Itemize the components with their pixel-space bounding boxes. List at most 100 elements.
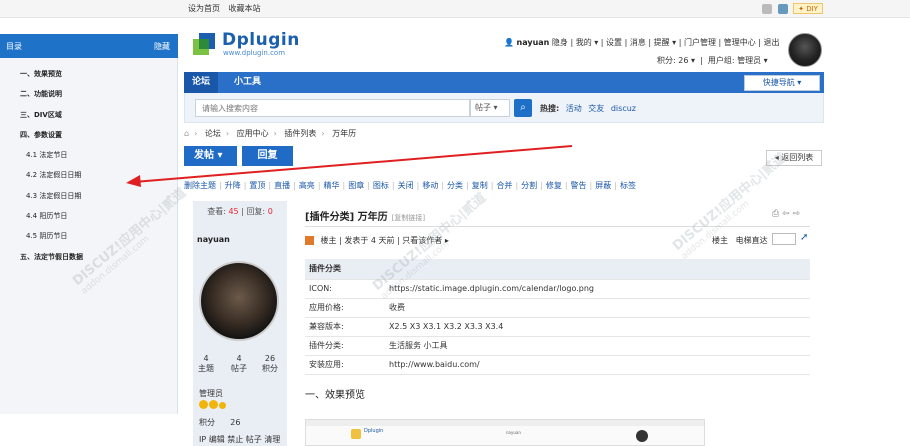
info-key: 插件分类: xyxy=(305,336,385,356)
info-key: ICON: xyxy=(305,279,385,299)
user-icon: 👤 xyxy=(504,38,514,47)
toc-hide-button[interactable]: 隐藏 xyxy=(154,41,170,52)
hot-link-discuz[interactable]: discuz xyxy=(611,104,636,113)
hot-link-dating[interactable]: 交友 xyxy=(588,104,604,113)
main-nav: 论坛 小工具 xyxy=(184,72,824,93)
toc-item[interactable]: 4.4 阳历节日 xyxy=(0,206,178,226)
toc-sidebar: 目录 隐藏 一、效果预览 二、功能说明 三、DIV区域 四、参数设置 4.1 法定节日 4… xyxy=(0,34,178,414)
admin-center-link[interactable]: 管理中心 xyxy=(724,38,756,47)
next-thread-icon[interactable]: ⇨ xyxy=(793,209,801,219)
author-avatar[interactable] xyxy=(199,261,279,341)
thread-title: [插件分类] 万年历 [复制链接] xyxy=(305,212,426,223)
table-row: 兼容版本: X2.5 X3 X3.1 X3.2 X3.3 X3.4 xyxy=(305,317,810,337)
info-value: 收费 xyxy=(385,298,810,318)
my-link[interactable]: 我的 xyxy=(576,38,592,47)
author-score: 积分 26 xyxy=(199,418,241,427)
info-value: 生活服务 小工具 xyxy=(385,336,810,356)
info-key: 安装应用: xyxy=(305,355,385,375)
messages-link[interactable]: 消息 xyxy=(630,38,646,47)
admin-actions[interactable]: IP 编辑 禁止 帖子 清理 xyxy=(199,434,280,445)
stat-posts[interactable]: 4 帖子 xyxy=(226,354,252,374)
fullscreen-icon[interactable] xyxy=(762,3,772,14)
username-link[interactable]: nayuan xyxy=(517,38,550,47)
thread-stats: 查看: 45 | 回复: 0 xyxy=(207,207,273,216)
toc-item[interactable]: 五、法定节假日数据 xyxy=(0,247,178,267)
info-header: 插件分类 xyxy=(305,259,810,280)
hot-search-label: 热搜: xyxy=(540,104,560,113)
jump-icon[interactable]: ➚ xyxy=(800,232,808,243)
logo-text[interactable]: Dplugin xyxy=(222,30,300,50)
search-input[interactable] xyxy=(195,99,470,117)
post-meta: 楼主 | 发表于 4 天前 | 只看该作者 ▸ xyxy=(305,235,449,246)
post-floor-info: 楼主 电梯直达 xyxy=(712,235,768,246)
user-links: 👤 nayuan 隐身 | 我的 ▾ | 设置 | 消息 | 提醒 ▾ | 门户… xyxy=(504,38,780,47)
breadcrumb: ⌂ › 论坛 › 应用中心 › 插件列表 › 万年历 xyxy=(184,129,357,138)
back-to-list-button[interactable]: ◂ 返回列表 xyxy=(766,150,822,166)
only-author-link[interactable]: 只看该作者 xyxy=(402,236,442,245)
toc-item[interactable]: 二、功能说明 xyxy=(0,84,178,104)
author-group[interactable]: 管理员 xyxy=(199,388,223,399)
notify-link[interactable]: 提醒 xyxy=(654,38,670,47)
author-role: 楼主 xyxy=(320,236,337,245)
hot-link-activity[interactable]: 活动 xyxy=(566,104,582,113)
toc-item[interactable]: 三、DIV区域 xyxy=(0,105,178,125)
avatar[interactable] xyxy=(788,33,822,67)
toc-title: 目录 xyxy=(6,42,22,51)
home-icon[interactable]: ⌂ xyxy=(184,129,189,138)
section-title: 一、效果预览 xyxy=(305,390,365,401)
floor-jump-input[interactable] xyxy=(772,233,796,245)
table-row: 应用价格: 收费 xyxy=(305,298,810,318)
settings-link[interactable]: 设置 xyxy=(606,38,622,47)
search-bar: 帖子 ▾ ⌕ 热搜: 活动 交友 discuz xyxy=(184,93,824,123)
rank-stars-icon xyxy=(199,400,227,411)
info-value[interactable]: http://www.baidu.com/ xyxy=(385,355,810,375)
mod-action[interactable]: 屏蔽 xyxy=(595,181,611,190)
print-icon[interactable]: ⎙ xyxy=(772,209,779,219)
tab-tools[interactable]: 小工具 xyxy=(226,72,269,93)
stat-threads[interactable]: 4 主题 xyxy=(193,354,219,374)
copy-link[interactable]: [复制链接] xyxy=(392,214,425,222)
preview-screenshot: Dplugin nayuan xyxy=(305,419,705,446)
toc-item[interactable]: 4.5 阴历节日 xyxy=(0,226,178,246)
floor-label: 楼主 xyxy=(712,236,728,245)
top-bar: 设为首页 收藏本站 ✦ DIY xyxy=(0,0,910,18)
prev-thread-icon[interactable]: ⇦ xyxy=(782,209,790,219)
info-key: 兼容版本: xyxy=(305,317,385,337)
breadcrumb-current: 万年历 xyxy=(332,129,357,138)
portal-admin-link[interactable]: 门户管理 xyxy=(684,38,716,47)
breadcrumb-appcenter[interactable]: 应用中心 xyxy=(237,129,269,138)
tab-forum[interactable]: 论坛 xyxy=(184,72,219,93)
logout-link[interactable]: 退出 xyxy=(764,38,780,47)
jump-label: 电梯直达 xyxy=(735,236,768,245)
plugin-info-table: 插件分类 ICON: https://static.image.dplugin.co… xyxy=(305,259,810,375)
image-icon[interactable] xyxy=(777,3,788,14)
info-key: 应用价格: xyxy=(305,298,385,318)
mod-action[interactable]: 标签 xyxy=(620,181,636,190)
toc-item[interactable]: 一、效果预览 xyxy=(0,64,178,84)
breadcrumb-plugins[interactable]: 插件列表 xyxy=(284,129,316,138)
score-link[interactable]: 积分: 26 xyxy=(657,56,688,65)
info-value[interactable]: https://static.image.dplugin.com/calenda… xyxy=(385,279,810,299)
post-time: 发表于 4 天前 xyxy=(344,236,395,245)
info-value: X2.5 X3 X3.1 X3.2 X3.3 X3.4 xyxy=(385,317,810,337)
author-name[interactable]: nayuan xyxy=(197,235,230,244)
user-info: 积分: 26 ▾ | 用户组: 管理员 ▾ xyxy=(657,56,768,65)
stat-score[interactable]: 26 积分 xyxy=(257,354,283,374)
stealth-status[interactable]: 隐身 xyxy=(552,38,568,47)
set-homepage-link[interactable]: 设为首页 xyxy=(188,4,220,13)
search-type-select[interactable]: 帖子 ▾ xyxy=(470,99,510,117)
logo-icon[interactable] xyxy=(193,33,215,55)
table-row: 安装应用: http://www.baidu.com/ xyxy=(305,355,810,375)
diy-button[interactable]: ✦ DIY xyxy=(793,3,823,14)
breadcrumb-forum[interactable]: 论坛 xyxy=(205,129,221,138)
logo-subtext: www.dplugin.com xyxy=(223,49,286,57)
bookmark-link[interactable]: 收藏本站 xyxy=(229,4,261,13)
search-icon[interactable]: ⌕ xyxy=(514,99,532,117)
hot-search: 热搜: 活动 交友 discuz xyxy=(540,103,636,114)
toc-header: 目录 隐藏 xyxy=(0,34,178,58)
quick-nav-button[interactable]: 快捷导航 ▾ xyxy=(744,75,820,91)
usergroup-link[interactable]: 用户组: 管理员 xyxy=(708,56,761,65)
views-count: 45 xyxy=(228,207,239,216)
annotation-arrow xyxy=(126,145,573,187)
divider xyxy=(305,226,810,227)
